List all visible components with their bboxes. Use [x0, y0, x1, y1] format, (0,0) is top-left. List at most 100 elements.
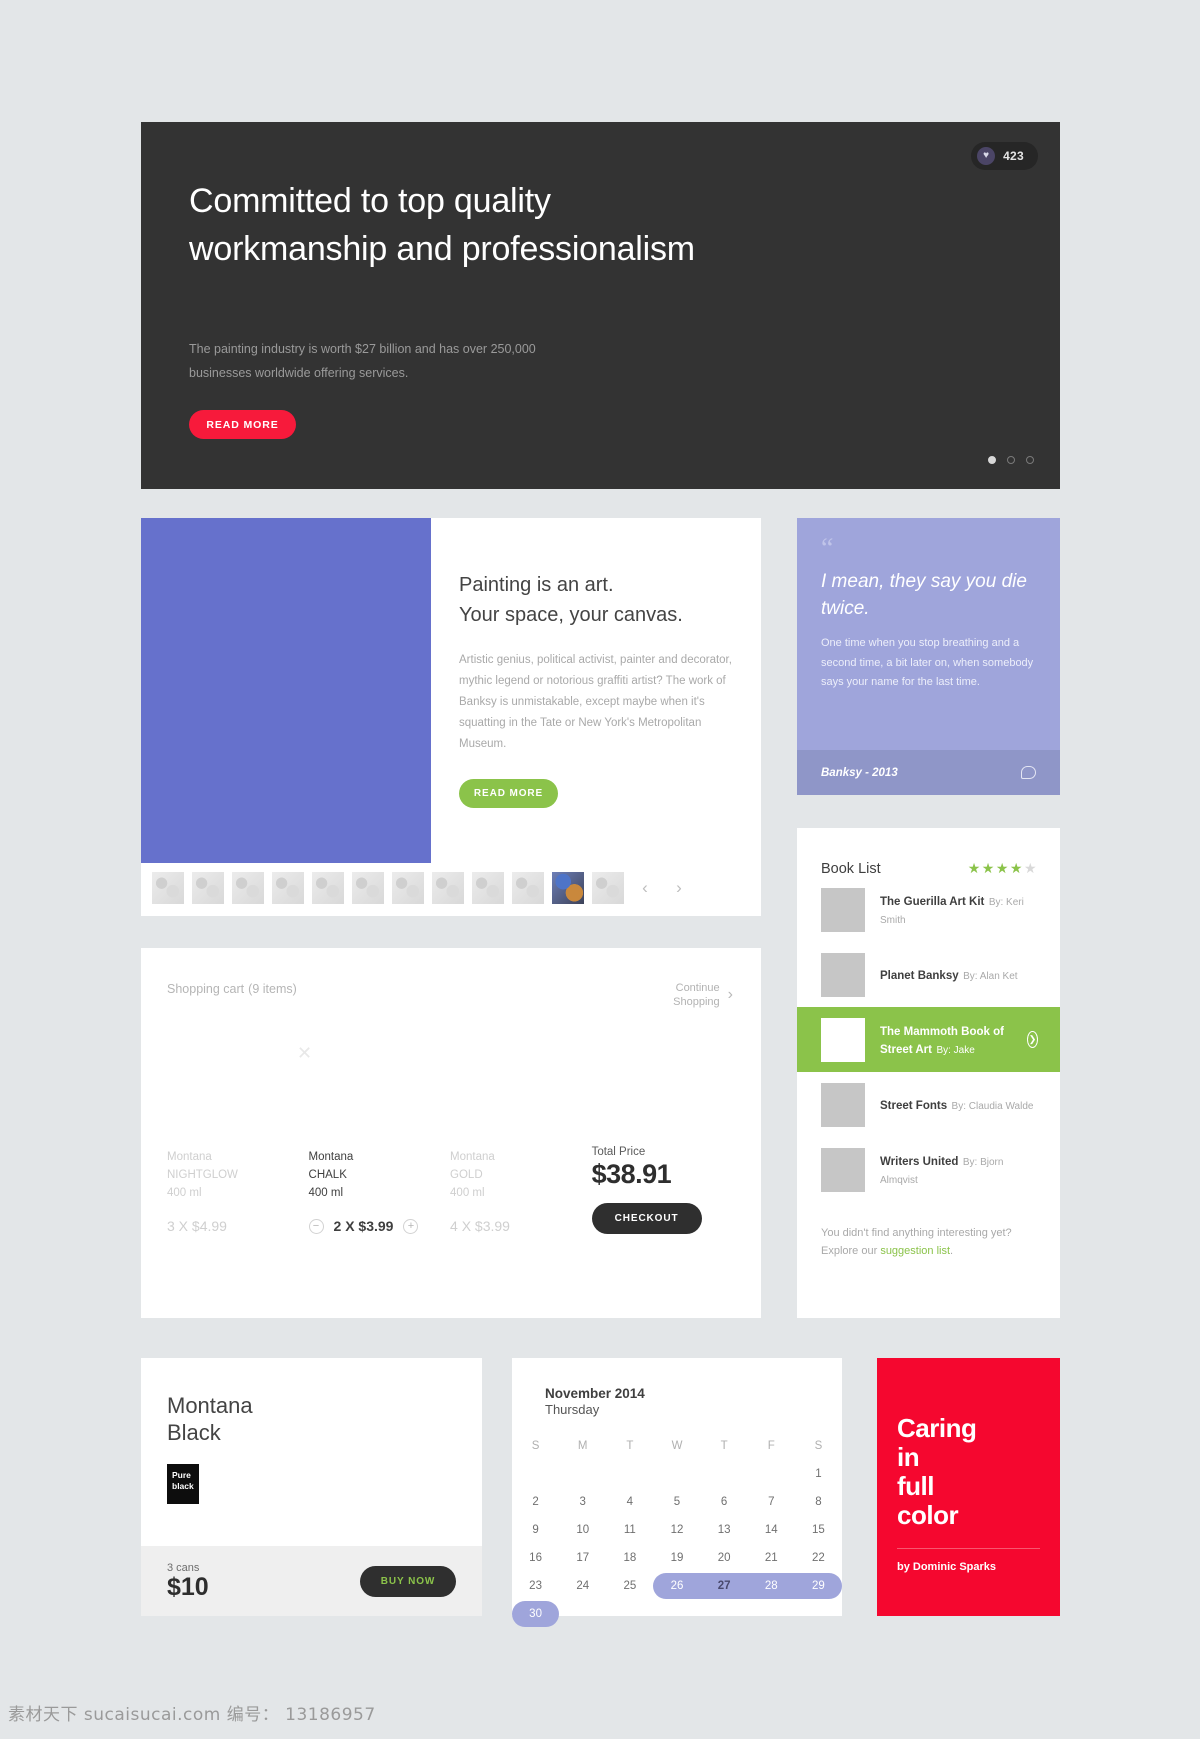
book-author: By: Alan Ket — [963, 970, 1018, 982]
calendar-day[interactable]: 22 — [795, 1545, 842, 1571]
plus-circle-icon[interactable]: + — [403, 1218, 419, 1234]
cart-item[interactable]: Montana NIGHTGLOW 400 ml 3 X $4.99 — [167, 1148, 309, 1234]
calendar-day-selected[interactable]: 28 — [747, 1573, 795, 1599]
poster-line-2: in — [897, 1442, 920, 1472]
book-list-item-selected[interactable]: The Mammoth Book of Street Art By: Jake … — [797, 1007, 1060, 1072]
continue-shopping-label-2: Shopping — [673, 996, 720, 1008]
product-footer: 3 cans $10 BUY NOW — [141, 1546, 482, 1616]
calendar-day-selected[interactable]: 30 — [512, 1601, 560, 1627]
thumbnail-8[interactable] — [432, 872, 464, 904]
hero-carousel-dots[interactable] — [988, 456, 1034, 464]
quote-author: Banksy - 2013 — [821, 766, 898, 779]
suggestion-list-link[interactable]: suggestion list — [880, 1245, 950, 1257]
calendar-day[interactable]: 21 — [748, 1545, 795, 1571]
product-card: Montana Black Pure black 3 cans $10 BUY … — [141, 1358, 482, 1616]
calendar-weekday: Thursday — [545, 1402, 600, 1417]
calendar-day[interactable]: 24 — [559, 1573, 606, 1599]
calendar-day[interactable]: 9 — [512, 1517, 559, 1543]
quote-footer: Banksy - 2013 — [797, 750, 1060, 795]
calendar-day[interactable]: 14 — [748, 1517, 795, 1543]
article-body: Painting is an art. Your space, your can… — [459, 570, 737, 808]
calendar-day[interactable]: 15 — [795, 1517, 842, 1543]
book-author: By: Jake — [936, 1044, 975, 1056]
hero-read-more-button[interactable]: READ MORE — [189, 410, 296, 439]
poster-card: Caring in full color by Dominic Sparks — [877, 1358, 1060, 1616]
thumbnail-1[interactable] — [152, 872, 184, 904]
calendar-day[interactable]: 25 — [606, 1573, 653, 1599]
thumbnail-5[interactable] — [312, 872, 344, 904]
thumbnail-3[interactable] — [232, 872, 264, 904]
book-list-item[interactable]: The Guerilla Art Kit By: Keri Smith — [797, 877, 1060, 942]
calendar-day[interactable]: 20 — [701, 1545, 748, 1571]
thumbnail-12[interactable] — [592, 872, 624, 904]
calendar-day[interactable]: 17 — [559, 1545, 606, 1571]
thumbnail-11-selected[interactable] — [552, 872, 584, 904]
carousel-dot-2[interactable] — [1007, 456, 1015, 464]
thumbnail-strip[interactable]: ‹ › — [152, 872, 692, 904]
calendar-day-today[interactable]: 27 — [700, 1573, 748, 1599]
cart-item-size: 400 ml — [450, 1187, 485, 1199]
thumbnail-2[interactable] — [192, 872, 224, 904]
book-list-item[interactable]: Writers United By: Bjorn Almqvist — [797, 1137, 1060, 1202]
calendar-day[interactable]: 18 — [606, 1545, 653, 1571]
chevron-right-icon: › — [727, 986, 733, 1003]
cart-item-brand: Montana — [308, 1151, 354, 1163]
close-icon[interactable]: ✕ — [297, 1043, 312, 1064]
thumbnail-10[interactable] — [512, 872, 544, 904]
minus-circle-icon[interactable]: − — [308, 1218, 324, 1234]
article-heading-line1: Painting is an art. — [459, 574, 614, 596]
calendar-day[interactable]: 4 — [606, 1489, 653, 1515]
calendar-day[interactable]: 10 — [559, 1517, 606, 1543]
calendar-day[interactable]: 6 — [701, 1489, 748, 1515]
rating-stars[interactable]: ★★★★★ — [968, 860, 1038, 877]
color-swatch[interactable]: Pure black — [167, 1464, 199, 1504]
calendar-grid[interactable]: S M T W T F S 1 2 3 4 5 6 7 8 9 10 11 12 — [512, 1433, 842, 1627]
calendar-day[interactable]: 7 — [748, 1489, 795, 1515]
book-list-header: Book List ★★★★★ — [797, 828, 1060, 877]
thumbnail-6[interactable] — [352, 872, 384, 904]
calendar-day[interactable]: 2 — [512, 1489, 559, 1515]
calendar-day[interactable]: 12 — [653, 1517, 700, 1543]
cart-item-size: 400 ml — [308, 1187, 344, 1199]
poster-line-1: Caring — [897, 1413, 977, 1443]
calendar-day[interactable]: 1 — [795, 1461, 842, 1487]
arrow-right-circle-icon[interactable]: ❯ — [1027, 1031, 1038, 1048]
thumbnail-9[interactable] — [472, 872, 504, 904]
likes-badge[interactable]: ♥ 423 — [971, 142, 1038, 170]
article-paragraph: Artistic genius, political activist, pai… — [459, 654, 732, 750]
calendar-day[interactable]: 8 — [795, 1489, 842, 1515]
speech-bubble-icon[interactable] — [1021, 766, 1036, 779]
carousel-dot-1[interactable] — [988, 456, 996, 464]
calendar-day[interactable]: 11 — [606, 1517, 653, 1543]
cart-item[interactable]: Montana GOLD 400 ml 4 X $3.99 — [450, 1148, 592, 1234]
calendar-day[interactable]: 23 — [512, 1573, 559, 1599]
cart-item-active[interactable]: Montana CHALK 400 ml − 2 X $3.99 + — [308, 1148, 451, 1234]
chevron-left-icon[interactable]: ‹ — [632, 878, 658, 898]
book-list-item[interactable]: Street Fonts By: Claudia Walde — [797, 1072, 1060, 1137]
calendar-day[interactable]: 16 — [512, 1545, 559, 1571]
carousel-dot-3[interactable] — [1026, 456, 1034, 464]
book-title: The Guerilla Art Kit — [880, 895, 985, 908]
page-root: ♥ 423 Committed to top quality workmansh… — [0, 0, 1200, 1739]
thumbnail-7[interactable] — [392, 872, 424, 904]
calendar-day-selected[interactable]: 26 — [653, 1573, 701, 1599]
article-read-more-button[interactable]: READ MORE — [459, 779, 558, 808]
calendar-day[interactable]: 19 — [653, 1545, 700, 1571]
product-price: $10 — [167, 1572, 209, 1601]
book-list-item[interactable]: Planet Banksy By: Alan Ket — [797, 942, 1060, 1007]
calendar-blank — [701, 1461, 748, 1487]
chevron-right-icon[interactable]: › — [666, 878, 692, 898]
checkout-button[interactable]: CHECKOUT — [591, 1203, 702, 1234]
calendar-day[interactable]: 5 — [653, 1489, 700, 1515]
quote-mark-icon: “ — [821, 533, 834, 564]
cart-item-quantity: 2 X $3.99 — [333, 1218, 394, 1234]
buy-now-button[interactable]: BUY NOW — [360, 1565, 456, 1597]
likes-count: 423 — [1003, 149, 1024, 163]
calendar-day[interactable]: 13 — [701, 1517, 748, 1543]
continue-shopping-button[interactable]: Continue Shopping › — [673, 981, 733, 1009]
calendar-day-selected[interactable]: 29 — [794, 1573, 842, 1599]
thumbnail-4[interactable] — [272, 872, 304, 904]
book-cover — [821, 1017, 865, 1062]
calendar-day[interactable]: 3 — [559, 1489, 606, 1515]
cart-item-name: GOLD — [450, 1169, 483, 1181]
